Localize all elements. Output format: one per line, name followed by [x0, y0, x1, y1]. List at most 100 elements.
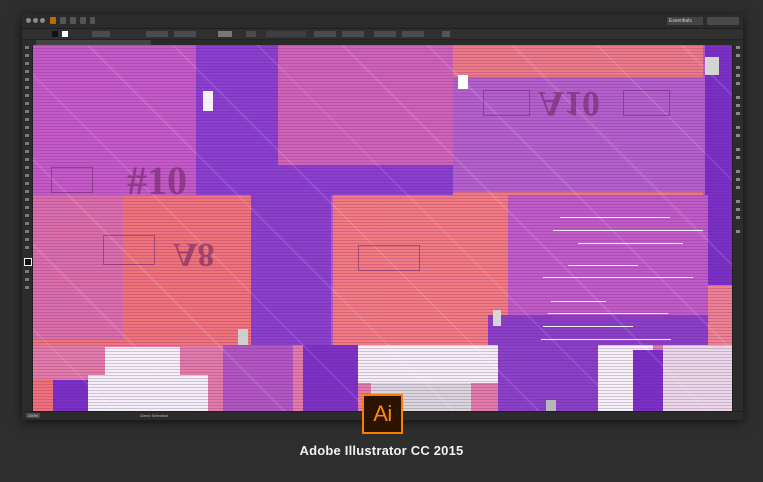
- artboards-panel-icon[interactable]: [736, 156, 740, 159]
- swatches-panel-icon[interactable]: [736, 66, 740, 69]
- rotate-tool-icon[interactable]: [25, 126, 29, 129]
- eyedropper-tool-icon[interactable]: [25, 190, 29, 193]
- stroke-swatch[interactable]: [62, 31, 68, 37]
- y-coordinate-field[interactable]: [342, 31, 364, 37]
- app-menu-button[interactable]: [50, 17, 56, 24]
- align-panel-icon[interactable]: [736, 200, 740, 203]
- artwork-strip-bottom-white-c: [358, 345, 498, 383]
- pen-tool-icon[interactable]: [25, 70, 29, 73]
- artifact-block: [493, 310, 501, 326]
- gradient-panel-icon[interactable]: [736, 104, 740, 107]
- slice-tool-icon[interactable]: [25, 230, 29, 233]
- search-stock-input[interactable]: [707, 17, 739, 25]
- transparency-panel-icon[interactable]: [736, 112, 740, 115]
- symbols-panel-icon[interactable]: [736, 82, 740, 85]
- opentype-panel-icon[interactable]: [736, 186, 740, 189]
- appearance-panel-icon[interactable]: [736, 126, 740, 129]
- status-tool-readout: Direct Selection: [140, 413, 169, 418]
- scale-tool-icon[interactable]: [25, 134, 29, 137]
- graphic-styles-panel-icon[interactable]: [736, 134, 740, 137]
- color-guide-panel-icon[interactable]: [736, 54, 740, 57]
- mesh-tool-icon[interactable]: [25, 174, 29, 177]
- perspective-grid-tool-icon[interactable]: [25, 166, 29, 169]
- column-graph-tool-icon[interactable]: [25, 214, 29, 217]
- fill-stroke-swatch[interactable]: [24, 258, 32, 266]
- magic-wand-tool-icon[interactable]: [25, 62, 29, 65]
- envelope-motif: [51, 167, 93, 193]
- links-panel-icon[interactable]: [736, 230, 740, 233]
- blend-tool-icon[interactable]: [25, 198, 29, 201]
- align-controls[interactable]: [266, 31, 306, 37]
- zoom-level-dropdown[interactable]: 100%: [26, 413, 40, 418]
- transform-icon[interactable]: [442, 31, 450, 37]
- glitch-line: [543, 277, 693, 278]
- color-panel-icon[interactable]: [736, 46, 740, 49]
- artwork-band-coral-right-edge: [708, 285, 732, 345]
- artwork-strip-bottom-pale: [663, 345, 732, 413]
- direct-selection-tool-icon[interactable]: [25, 54, 29, 57]
- artwork-band-violet-far-right: [705, 45, 732, 285]
- artboard-tool-icon[interactable]: [25, 222, 29, 225]
- artwork-numeral: A10: [538, 84, 600, 124]
- artwork-numeral: #10: [127, 158, 187, 203]
- shape-builder-tool-icon[interactable]: [25, 158, 29, 161]
- paragraph-panel-icon[interactable]: [736, 178, 740, 181]
- brushes-panel-icon[interactable]: [736, 74, 740, 77]
- pathfinder-panel-icon[interactable]: [736, 208, 740, 211]
- document-layout-icon[interactable]: [70, 17, 76, 24]
- symbol-sprayer-tool-icon[interactable]: [25, 206, 29, 209]
- opacity-field[interactable]: [218, 31, 232, 37]
- hand-tool-icon[interactable]: [25, 238, 29, 241]
- close-window-icon[interactable]: [26, 18, 31, 23]
- variable-width-dropdown[interactable]: [146, 31, 168, 37]
- maximize-window-icon[interactable]: [40, 18, 45, 23]
- artwork-strip-bottom-violet-a: [53, 380, 88, 413]
- stroke-panel-icon[interactable]: [736, 96, 740, 99]
- rectangle-tool-icon[interactable]: [25, 94, 29, 97]
- gpu-icon[interactable]: [90, 17, 95, 24]
- screen-mode-icon[interactable]: [25, 286, 29, 289]
- width-field[interactable]: [374, 31, 396, 37]
- layers-panel-icon[interactable]: [736, 148, 740, 151]
- ticket-motif: [623, 90, 670, 116]
- workspace-switcher[interactable]: Essentials: [667, 17, 703, 25]
- app-caption: Adobe Illustrator CC 2015: [299, 443, 464, 458]
- style-dropdown[interactable]: [246, 31, 256, 37]
- artifact-block: [705, 57, 719, 75]
- ticket-motif: [103, 235, 155, 265]
- draw-mode-icon[interactable]: [25, 278, 29, 281]
- artwork-band-pink-top: [278, 45, 453, 165]
- eraser-tool-icon[interactable]: [25, 118, 29, 121]
- zoom-tool-icon[interactable]: [25, 246, 29, 249]
- arrange-documents-icon[interactable]: [60, 17, 66, 24]
- brush-dropdown[interactable]: [174, 31, 196, 37]
- illustrator-app-icon: Ai: [362, 394, 403, 434]
- line-tool-icon[interactable]: [25, 86, 29, 89]
- artwork-band-pink-mid-left: [33, 195, 123, 340]
- send-icon[interactable]: [80, 17, 86, 24]
- artboard-canvas[interactable]: A10 #10 A8: [33, 45, 732, 413]
- color-mode-icon[interactable]: [25, 270, 29, 273]
- artifact-block: [203, 91, 213, 111]
- gradient-tool-icon[interactable]: [25, 182, 29, 185]
- control-bar: [22, 29, 743, 40]
- type-tool-icon[interactable]: [25, 78, 29, 81]
- stroke-weight-field[interactable]: [92, 31, 110, 37]
- ticket-motif: [483, 90, 530, 116]
- free-transform-tool-icon[interactable]: [25, 150, 29, 153]
- height-field[interactable]: [402, 31, 424, 37]
- glitch-line: [551, 301, 606, 302]
- transform-panel-icon[interactable]: [736, 216, 740, 219]
- width-tool-icon[interactable]: [25, 142, 29, 145]
- tools-panel: [22, 40, 33, 412]
- selection-tool-icon[interactable]: [25, 46, 29, 49]
- paintbrush-tool-icon[interactable]: [25, 102, 29, 105]
- artwork-strip-bottom-violet-b: [223, 345, 293, 413]
- minimize-window-icon[interactable]: [33, 18, 38, 23]
- panel-dock: [732, 40, 743, 412]
- x-coordinate-field[interactable]: [314, 31, 336, 37]
- character-panel-icon[interactable]: [736, 170, 740, 173]
- pencil-tool-icon[interactable]: [25, 110, 29, 113]
- artwork-band-magenta-mid-right: [508, 195, 708, 315]
- fill-swatch[interactable]: [52, 31, 58, 37]
